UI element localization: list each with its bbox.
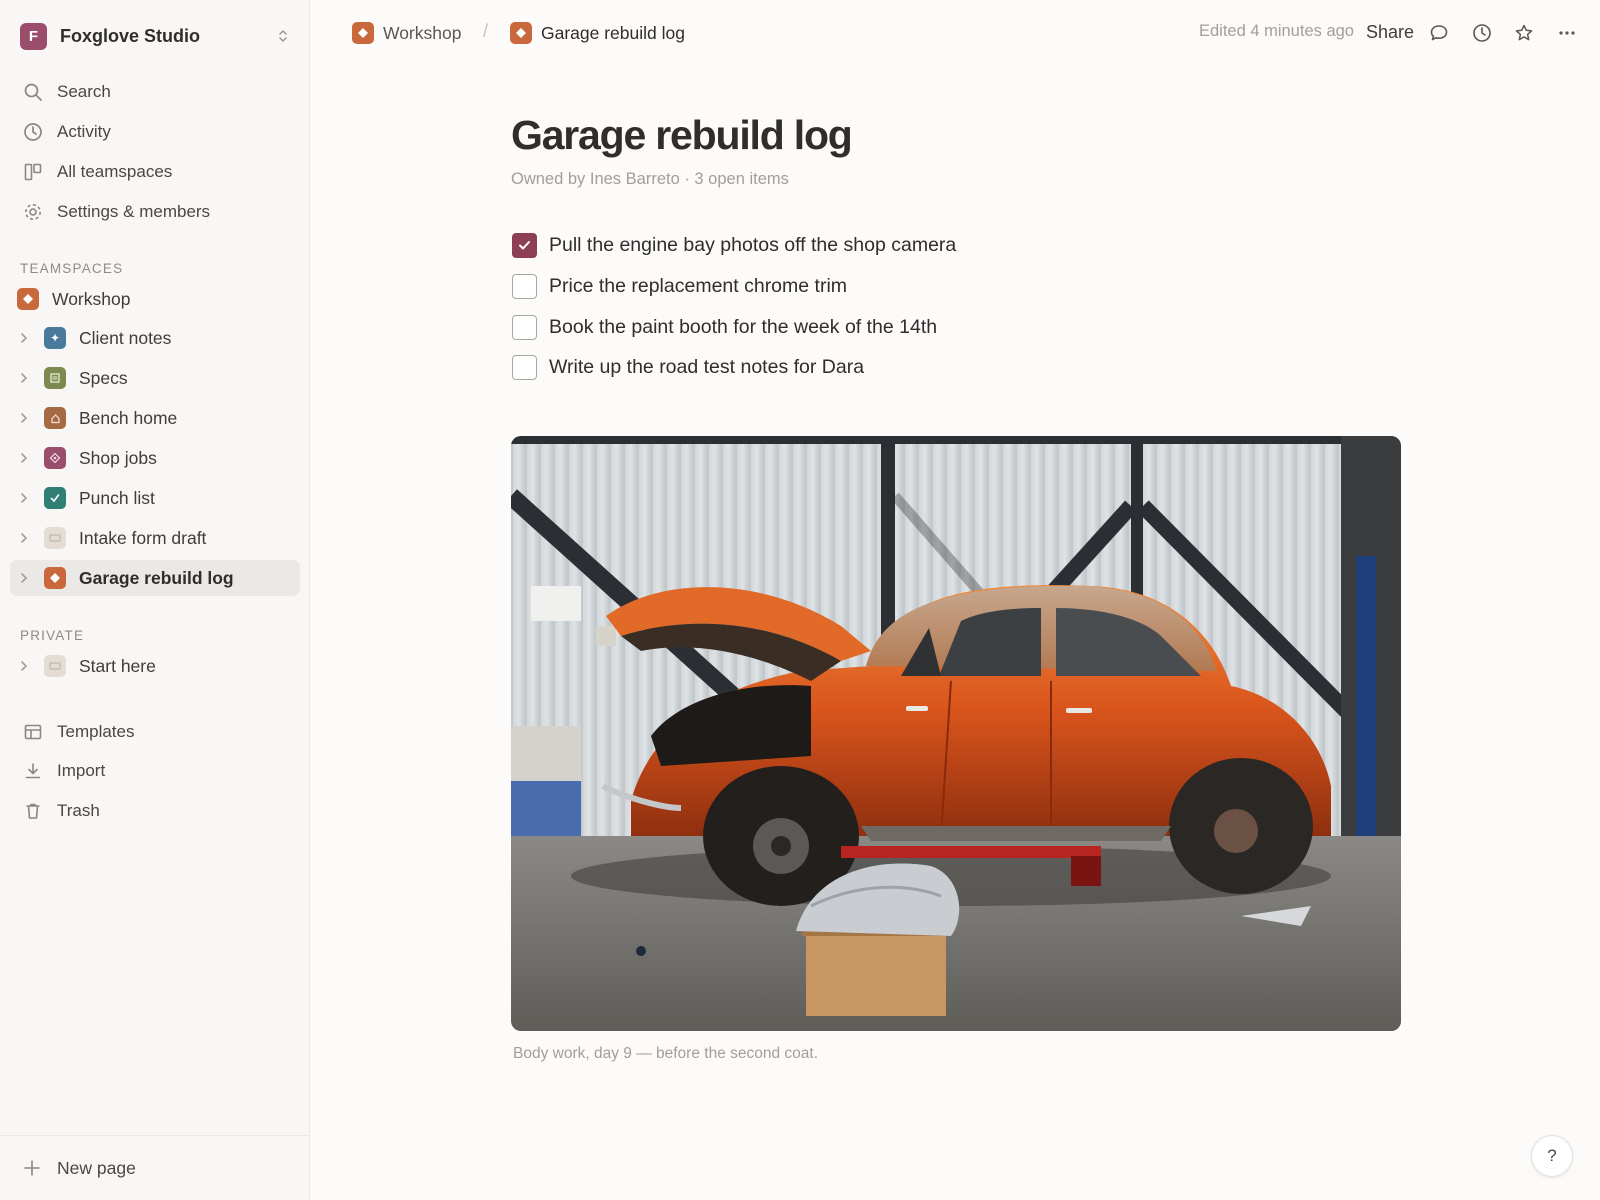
sidebar-item-client-notes[interactable]: ✦ Client notes bbox=[10, 320, 300, 356]
orange-diamond-icon bbox=[352, 22, 374, 44]
nav-all-teamspaces[interactable]: All teamspaces bbox=[10, 154, 300, 190]
trash-icon bbox=[22, 800, 44, 822]
clock-icon[interactable] bbox=[1469, 20, 1495, 46]
nav-all-teamspaces-label: All teamspaces bbox=[57, 162, 173, 181]
template-icon bbox=[22, 721, 44, 743]
diamond-icon bbox=[44, 447, 66, 469]
todo-text[interactable]: Write up the road test notes for Dara bbox=[549, 356, 864, 379]
checkbox-unchecked[interactable] bbox=[512, 273, 537, 299]
section-label-teamspaces: TEAMSPACES bbox=[20, 261, 124, 276]
sidebar: F Foxglove Studio Search Activity All te… bbox=[0, 0, 310, 1200]
nav-settings-label: Settings & members bbox=[57, 202, 211, 221]
check-icon bbox=[44, 487, 66, 509]
section-label-private: PRIVATE bbox=[20, 628, 85, 643]
chevron-right-icon[interactable] bbox=[20, 412, 34, 424]
workspace-avatar: F bbox=[20, 22, 47, 50]
nav-search[interactable]: Search bbox=[10, 74, 300, 110]
sidebar-item-label: Intake form draft bbox=[79, 527, 207, 548]
search-icon bbox=[22, 81, 44, 103]
new-page-button[interactable]: New page bbox=[0, 1135, 310, 1200]
todo-item: Write up the road test notes for Dara bbox=[511, 350, 864, 384]
blank-page-icon bbox=[44, 655, 66, 677]
chevron-right-icon[interactable] bbox=[20, 372, 34, 384]
sidebar-item-label: Start here bbox=[79, 655, 156, 676]
nav-activity[interactable]: Activity bbox=[10, 114, 300, 150]
chevron-right-icon[interactable] bbox=[20, 332, 34, 344]
teamspaces-icon bbox=[22, 161, 44, 183]
clock-icon bbox=[22, 121, 44, 143]
sidebar-item-label: Client notes bbox=[79, 327, 172, 348]
sidebar-item-label: Shop jobs bbox=[79, 447, 157, 468]
sidebar-item-punch-list[interactable]: Punch list bbox=[10, 480, 300, 516]
nav-templates-label: Templates bbox=[57, 722, 135, 741]
sidebar-item-bench-home[interactable]: Bench home bbox=[10, 400, 300, 436]
nav-activity-label: Activity bbox=[57, 122, 111, 141]
sidebar-item-label: Garage rebuild log bbox=[79, 567, 234, 588]
orange-diamond-icon bbox=[17, 288, 39, 310]
breadcrumb-separator: / bbox=[483, 21, 489, 41]
sidebar-item-start-here[interactable]: Start here bbox=[10, 648, 300, 684]
chevron-right-icon[interactable] bbox=[20, 660, 34, 672]
todo-item: Book the paint booth for the week of the… bbox=[511, 310, 937, 344]
breadcrumb-page-label: Garage rebuild log bbox=[541, 22, 685, 43]
sidebar-item-garage-rebuild-log[interactable]: Garage rebuild log bbox=[10, 560, 300, 596]
todo-item: Price the replacement chrome trim bbox=[511, 269, 847, 303]
nav-import-label: Import bbox=[57, 761, 106, 780]
workspace-name: Foxglove Studio bbox=[60, 25, 201, 46]
orange-diamond-icon bbox=[44, 567, 66, 589]
nav-settings[interactable]: Settings & members bbox=[10, 194, 300, 230]
sidebar-item-label: Bench home bbox=[79, 407, 178, 428]
todo-text[interactable]: Pull the engine bay photos off the shop … bbox=[549, 234, 956, 257]
chevron-right-icon[interactable] bbox=[20, 572, 34, 584]
teamspace-label: Workshop bbox=[52, 288, 131, 309]
todo-text[interactable]: Book the paint booth for the week of the… bbox=[549, 316, 937, 339]
sidebar-item-label: Punch list bbox=[79, 487, 155, 508]
nav-search-label: Search bbox=[57, 82, 111, 101]
page-title[interactable]: Garage rebuild log bbox=[511, 112, 1391, 159]
checkbox-unchecked[interactable] bbox=[512, 354, 537, 380]
star-icon[interactable] bbox=[1511, 20, 1537, 46]
nav-trash-label: Trash bbox=[57, 801, 100, 820]
photo-illustration bbox=[511, 436, 1401, 1031]
sidebar-item-intake-form-draft[interactable]: Intake form draft bbox=[10, 520, 300, 556]
sidebar-item-specs[interactable]: Specs bbox=[10, 360, 300, 396]
blank-page-icon bbox=[44, 527, 66, 549]
gear-icon bbox=[22, 201, 44, 223]
chevron-right-icon[interactable] bbox=[20, 532, 34, 544]
download-icon bbox=[22, 760, 44, 782]
teamspace-workshop[interactable]: Workshop bbox=[10, 281, 300, 317]
comment-icon[interactable] bbox=[1426, 20, 1452, 46]
workspace-switcher[interactable]: F Foxglove Studio bbox=[10, 18, 300, 54]
garage-car-photo[interactable] bbox=[511, 436, 1401, 1031]
share-button[interactable]: Share bbox=[1360, 20, 1420, 45]
more-icon[interactable] bbox=[1554, 20, 1580, 46]
document-icon bbox=[44, 367, 66, 389]
edited-timestamp: Edited 4 minutes ago bbox=[1198, 22, 1354, 40]
breadcrumb-workshop-label: Workshop bbox=[383, 22, 462, 43]
sidebar-item-shop-jobs[interactable]: Shop jobs bbox=[10, 440, 300, 476]
todo-text[interactable]: Price the replacement chrome trim bbox=[549, 275, 847, 298]
chevron-right-icon[interactable] bbox=[20, 492, 34, 504]
checkbox-unchecked[interactable] bbox=[512, 314, 537, 340]
breadcrumb-page[interactable]: Garage rebuild log bbox=[506, 18, 689, 48]
plus-icon bbox=[22, 1158, 42, 1178]
new-page-label: New page bbox=[57, 1157, 136, 1178]
page-meta: Owned by Ines Barreto · 3 open items bbox=[511, 170, 789, 188]
sidebar-item-label: Specs bbox=[79, 367, 128, 388]
orange-diamond-icon bbox=[510, 22, 532, 44]
help-button[interactable]: ? bbox=[1531, 1135, 1573, 1177]
chevron-right-icon[interactable] bbox=[20, 452, 34, 464]
breadcrumb-workshop[interactable]: Workshop bbox=[348, 18, 465, 48]
todo-item: Pull the engine bay photos off the shop … bbox=[511, 228, 956, 262]
nav-templates[interactable]: Templates bbox=[10, 714, 300, 750]
checkbox-checked[interactable] bbox=[512, 232, 537, 258]
topbar: Workshop / Garage rebuild log Edited 4 m… bbox=[311, 0, 1600, 66]
nav-trash[interactable]: Trash bbox=[10, 793, 300, 829]
sparkle-icon: ✦ bbox=[44, 327, 66, 349]
home-icon bbox=[44, 407, 66, 429]
image-caption: Body work, day 9 — before the second coa… bbox=[513, 1045, 819, 1062]
chevron-updown-icon bbox=[279, 30, 287, 42]
nav-import[interactable]: Import bbox=[10, 753, 300, 789]
